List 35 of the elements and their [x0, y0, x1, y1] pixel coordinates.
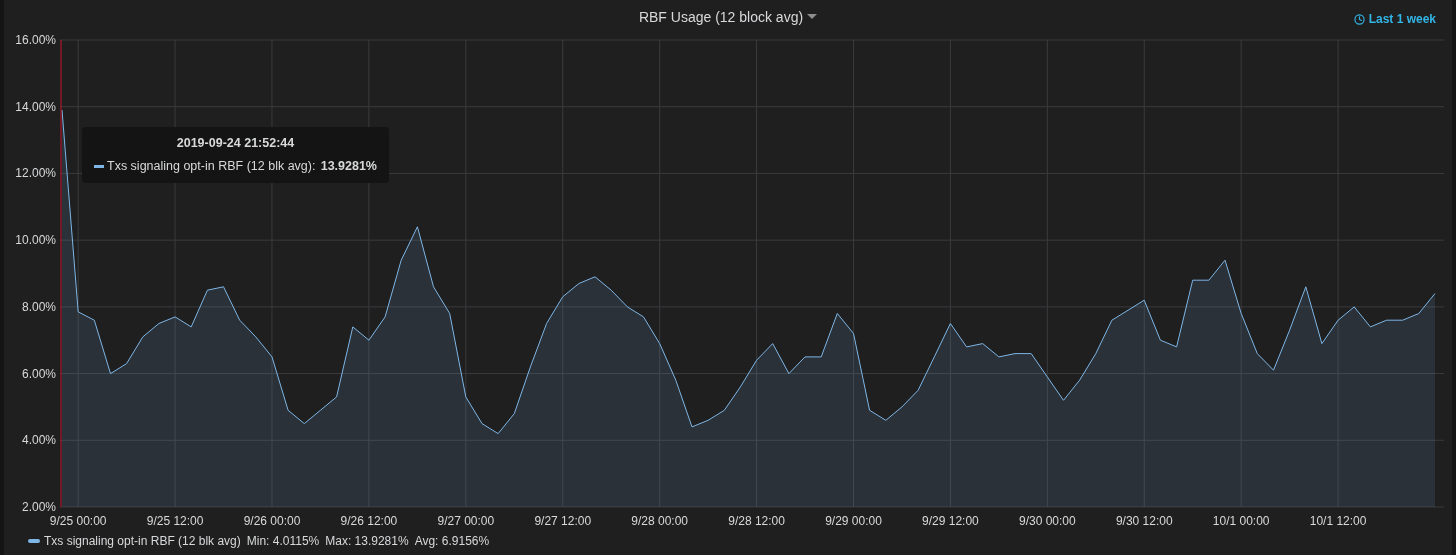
y-axis-label: 10.00% [15, 233, 56, 248]
legend-avg: Avg: 6.9156% [414, 533, 490, 550]
x-axis-label: 9/26 00:00 [243, 514, 301, 525]
clock-icon [1353, 13, 1365, 25]
series-swatch-icon [28, 539, 40, 543]
series-swatch-icon [94, 164, 104, 168]
x-axis-label: 9/29 00:00 [825, 514, 882, 525]
tooltip-series-label: Txs signaling opt-in RBF (12 blk avg): [107, 158, 316, 175]
x-axis-label: 9/28 00:00 [631, 514, 688, 525]
tooltip-time: 2019-09-24 21:52:44 [176, 135, 295, 153]
x-axis-label: 9/30 00:00 [1018, 514, 1076, 525]
y-axis-label: 6.00% [21, 366, 56, 381]
x-axis-label: 9/27 12:00 [534, 514, 592, 525]
legend-min: Min: 4.0115% [246, 533, 320, 550]
y-axis-label: 16.00% [15, 34, 56, 47]
y-axis-label: 2.00% [21, 500, 56, 514]
x-axis-label: 9/26 12:00 [340, 514, 398, 525]
x-axis-label: 9/30 12:00 [1115, 514, 1173, 525]
y-axis-label: 8.00% [21, 299, 56, 314]
x-axis-label: 10/1 00:00 [1212, 514, 1270, 525]
y-axis-label: 14.00% [15, 99, 56, 114]
legend-max: Max: 13.9281% [325, 533, 409, 550]
y-axis-label: 12.00% [15, 166, 56, 181]
x-axis-label: 9/28 12:00 [728, 514, 785, 525]
x-axis-label: 9/25 00:00 [49, 514, 107, 525]
x-axis-label: 9/29 12:00 [922, 514, 979, 525]
panel-title[interactable]: RBF Usage (12 block avg) [638, 6, 818, 28]
x-axis-label: 10/1 12:00 [1309, 514, 1367, 525]
tooltip-value: 13.9281% [320, 158, 377, 175]
legend-item[interactable]: Txs signaling opt-in RBF (12 blk avg) [28, 532, 241, 550]
time-range-link[interactable]: Last 1 week [1353, 10, 1436, 28]
x-axis-label: 9/25 12:00 [146, 514, 204, 525]
x-axis-label: 9/27 00:00 [437, 514, 495, 525]
caret-icon [807, 14, 818, 20]
y-axis-label: 4.00% [21, 433, 56, 448]
